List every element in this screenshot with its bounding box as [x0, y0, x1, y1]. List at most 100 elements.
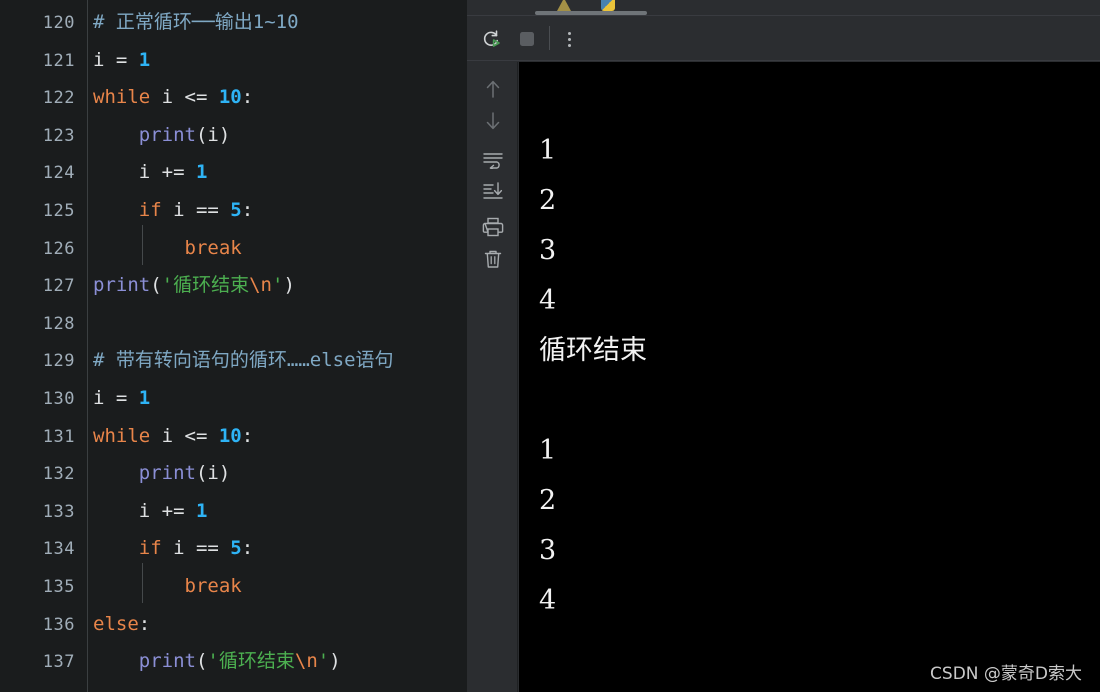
code-line[interactable]: while i <= 10: [93, 86, 253, 108]
warning-triangle-icon[interactable] [557, 0, 571, 11]
scroll-to-end-button[interactable] [480, 178, 506, 204]
code-token: 带有转向语句的循环……else语句 [115, 349, 394, 372]
code-line[interactable]: while i <= 10: [93, 425, 253, 447]
code-token: (i) [195, 123, 231, 146]
code-token: 5 [230, 537, 242, 560]
code-token: : [138, 612, 151, 635]
code-line[interactable]: else: [93, 613, 150, 635]
code-token: ' [317, 650, 330, 673]
code-token: i == [161, 199, 231, 221]
code-token: # [93, 11, 116, 33]
code-token: : [241, 424, 254, 447]
code-token: if [138, 537, 162, 560]
code-line[interactable]: if i == 5: [93, 537, 253, 559]
line-number: 126 [42, 238, 75, 259]
line-number: 124 [42, 163, 75, 184]
console-output-line: 4 [539, 585, 557, 616]
code-line[interactable]: if i == 5: [93, 199, 253, 221]
more-options-button[interactable] [557, 27, 581, 51]
run-tool-window: 1 2 3 4 循环结束 1 2 3 4 CSDN @蒙奇D索大 [467, 0, 1100, 692]
code-token: i = [93, 48, 139, 71]
stop-button[interactable] [515, 27, 539, 51]
code-token: 1 [195, 161, 208, 184]
line-number: 129 [42, 351, 75, 372]
line-number: 134 [42, 539, 75, 560]
code-line[interactable]: print('循环结束\n') [93, 274, 295, 296]
previous-occurrence-button[interactable] [480, 76, 506, 102]
console-output-line: 1 [539, 435, 557, 466]
code-line[interactable]: print('循环结束\n') [93, 650, 341, 672]
line-number: 137 [42, 652, 75, 673]
vertical-dots-icon [567, 37, 571, 41]
indent-guide [142, 563, 143, 603]
code-token: i == [161, 537, 231, 560]
console-output-line: 2 [539, 185, 557, 216]
code-area[interactable]: # 正常循环──输出1~10 i = 1 while i <= 10: print(… [89, 0, 467, 692]
console-output-line: 3 [539, 235, 557, 266]
code-token: 1 [138, 48, 151, 71]
code-line[interactable]: i = 1 [93, 387, 150, 409]
next-occurrence-button[interactable] [480, 108, 506, 134]
code-line[interactable]: # 带有转向语句的循环……else语句 [93, 349, 394, 371]
code-token: ( [195, 650, 208, 673]
code-token: if [138, 199, 162, 221]
rerun-icon [483, 30, 500, 47]
code-line[interactable]: break [93, 575, 242, 597]
code-line[interactable]: i += 1 [93, 499, 208, 522]
code-token: i <= [150, 424, 219, 447]
code-token: ' [272, 274, 284, 297]
console-output[interactable]: 1 2 3 4 循环结束 1 2 3 4 CSDN @蒙奇D索大 [519, 62, 1100, 692]
toolbar-separator [549, 26, 550, 50]
code-token: i += [93, 499, 196, 522]
arrow-up-icon [486, 80, 500, 98]
code-token: 1 [138, 387, 151, 409]
code-line[interactable]: i += 1 [93, 161, 208, 184]
code-token: else [93, 612, 139, 635]
line-number: 132 [42, 464, 75, 485]
soft-wrap-button[interactable] [480, 146, 506, 172]
rerun-button[interactable] [479, 27, 503, 51]
line-number: 128 [42, 313, 75, 334]
print-button[interactable] [480, 214, 506, 240]
code-line[interactable]: i = 1 [93, 49, 150, 71]
code-line[interactable]: break [93, 237, 242, 259]
line-number: 127 [42, 276, 75, 297]
code-token: while [93, 424, 151, 447]
code-line[interactable]: print(i) [93, 123, 231, 146]
clear-all-button[interactable] [480, 246, 506, 272]
run-tab-strip[interactable] [467, 0, 1100, 16]
code-token: \n [249, 274, 272, 297]
code-editor[interactable]: 120 121 122 123 124 125 126 127 128 129 130 131 132 1… [0, 0, 467, 692]
python-icon[interactable] [601, 0, 615, 11]
code-line[interactable]: print(i) [93, 462, 231, 485]
line-number: 136 [42, 614, 75, 635]
code-token: 正常循环──输出1~10 [115, 11, 299, 33]
indent-guide [142, 224, 143, 265]
code-token: 5 [230, 199, 242, 221]
code-token: print [138, 462, 196, 485]
code-token: i = [93, 387, 139, 409]
line-number: 123 [42, 125, 75, 146]
code-token: ) [283, 274, 295, 297]
line-number: 135 [42, 577, 75, 597]
code-token: i += [93, 161, 196, 184]
code-token: print [138, 123, 196, 146]
code-line[interactable]: # 正常循环──输出1~10 [93, 11, 299, 33]
code-token: break [184, 575, 242, 597]
run-toolbar [467, 17, 1100, 61]
code-token: 1 [195, 499, 208, 522]
code-token: ( [150, 274, 162, 297]
code-token: : [241, 537, 254, 560]
watermark-text: CSDN @蒙奇D索大 [930, 664, 1082, 684]
code-token: # [93, 349, 116, 372]
line-number: 130 [42, 389, 75, 409]
console-output-line: 4 [539, 285, 557, 316]
stop-square-icon [520, 32, 534, 46]
code-token: '循环结束 [207, 650, 295, 673]
